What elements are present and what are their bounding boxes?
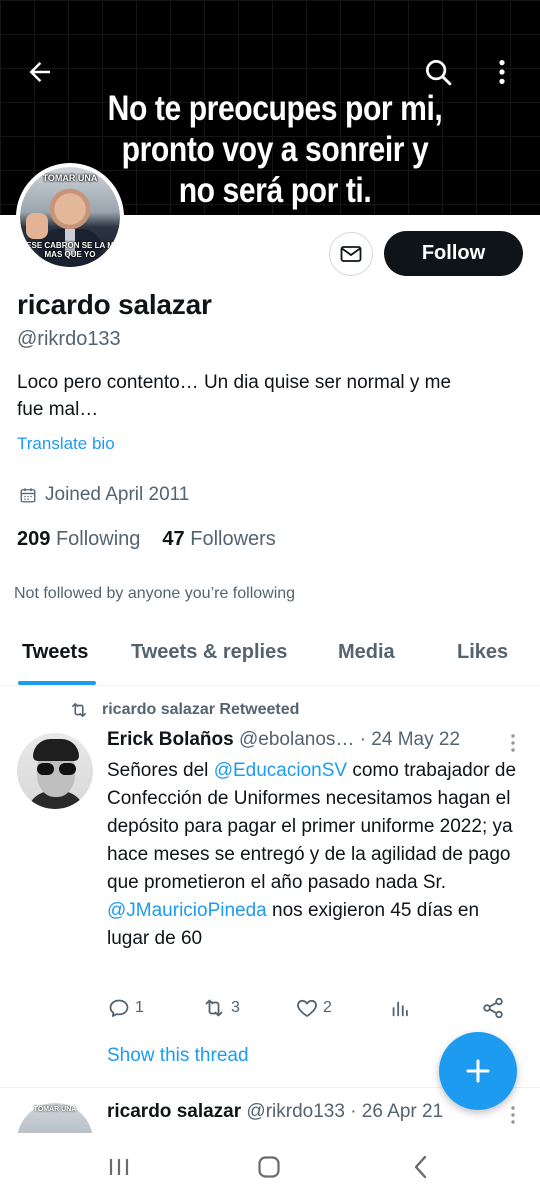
tweet-header[interactable]: Erick Bolaños @ebolanos… · 24 May 22 [107, 729, 527, 751]
translate-bio-link[interactable]: Translate bio [17, 434, 115, 454]
banner-line: no será por ti. [178, 171, 372, 210]
like-icon [297, 999, 317, 1017]
share-icon [483, 997, 503, 1019]
more-vertical-icon [511, 734, 515, 752]
like-button[interactable]: 2 [295, 996, 332, 1020]
tweet2-date: · 26 Apr 21 [350, 1101, 444, 1122]
avatar-caption-top: TOMAR UNA [42, 173, 98, 183]
more-vertical-icon [511, 1106, 515, 1124]
tweet-author-handle: @ebolanos… [239, 729, 355, 750]
like-count: 2 [323, 999, 332, 1016]
retweet-button[interactable]: 3 [201, 996, 240, 1020]
message-button[interactable] [329, 232, 373, 276]
recents-icon [109, 1159, 129, 1175]
tab-tweets-and-replies[interactable]: Tweets & replies [131, 641, 287, 664]
profile-avatar[interactable]: TOMAR UNA ESE CABRON SE LA M MAS QUE YO [16, 163, 124, 271]
more-vertical-icon [499, 60, 505, 84]
back-arrow-icon [29, 62, 50, 82]
retweet-label: ricardo salazar Retweeted [102, 701, 300, 718]
profile-name: ricardo salazar [17, 289, 212, 320]
reply-button[interactable]: 1 [107, 996, 144, 1020]
tweet2-author-name: ricardo salazar [107, 1101, 242, 1122]
search-icon [426, 60, 452, 86]
back-chevron-icon [414, 1155, 427, 1179]
system-navigation-bar [0, 1133, 540, 1200]
profile-tabs: Tweets Tweets & replies Media Likes [0, 630, 540, 686]
joined-date: Joined April 2011 [19, 484, 189, 506]
home-button[interactable] [249, 1151, 289, 1183]
not-followed-notice: Not followed by anyone you’re following [14, 585, 296, 602]
mention-link[interactable]: @EducacionSV [214, 760, 347, 781]
tweet-author-avatar[interactable] [17, 733, 93, 809]
retweet-icon [71, 702, 87, 718]
reply-count: 1 [135, 999, 144, 1016]
tweet2-header[interactable]: ricardo salazar @rikrdo133 · 26 Apr 21 [107, 1101, 487, 1133]
recents-button[interactable] [99, 1151, 139, 1183]
analytics-button[interactable] [389, 996, 411, 1020]
more-options-button[interactable] [480, 50, 524, 94]
tweet-text: Señores del @EducacionSV como trabajador… [107, 757, 517, 953]
mention-link[interactable]: @JMauricioPineda [107, 900, 267, 921]
tweet-more-button[interactable] [506, 732, 520, 759]
retweet-icon [205, 999, 223, 1017]
home-icon [258, 1156, 280, 1178]
banner-caption: No te preocupes por mi, pronto voy a son… [99, 88, 452, 211]
avatar-hair-shape [33, 739, 79, 761]
followers-count: 47 [162, 528, 185, 550]
compose-plus-icon [466, 1059, 490, 1083]
tweet-author-name: Erick Bolaños [107, 729, 234, 750]
avatar-caption-line: MAS QUE YO [44, 250, 96, 259]
tweet-text-part: Señores del [107, 760, 214, 781]
retweet-count: 3 [231, 999, 240, 1016]
tweet-actions: 1 3 2 [107, 996, 517, 1024]
active-tab-indicator [18, 681, 96, 685]
following-count: 209 [17, 528, 51, 550]
followers-label: Followers [190, 528, 276, 550]
follow-button[interactable]: Follow [384, 231, 523, 276]
tweet-date: · 24 May 22 [359, 729, 461, 750]
search-button[interactable] [416, 50, 460, 94]
tab-tweets[interactable]: Tweets [22, 641, 88, 664]
following-link[interactable]: 209 Following [17, 528, 140, 551]
calendar-icon [20, 488, 36, 503]
avatar-caption-top: TOMAR UNA [33, 1106, 77, 1113]
avatar-image: TOMAR UNA [17, 1103, 93, 1133]
tab-media[interactable]: Media [338, 641, 395, 664]
show-thread-link[interactable]: Show this thread [107, 1045, 249, 1067]
profile-handle: @rikrdo133 [17, 328, 121, 350]
follow-stats: 209 Following 47 Followers [17, 528, 276, 551]
profile-bio: Loco pero contento… Un dia quise ser nor… [17, 369, 517, 423]
avatar-caption-line: ESE CABRON SE LA M [26, 241, 114, 250]
share-button[interactable] [481, 996, 505, 1020]
bio-line: fue mal… [17, 399, 99, 420]
system-back-button[interactable] [401, 1151, 441, 1183]
avatar-image: TOMAR UNA ESE CABRON SE LA M MAS QUE YO [20, 167, 120, 267]
followers-link[interactable]: 47 Followers [162, 528, 275, 551]
retweet-context: ricardo salazar Retweeted [68, 700, 299, 720]
analytics-icon [392, 1001, 408, 1017]
tweet2-author-avatar[interactable]: TOMAR UNA [17, 1103, 93, 1133]
avatar-sunglasses-shape [37, 763, 77, 775]
avatar-hand-shape [26, 213, 48, 239]
back-button[interactable] [18, 50, 62, 94]
banner-line: pronto voy a sonreir y [121, 130, 429, 169]
tweet2-author-handle: @rikrdo133 [246, 1101, 345, 1122]
banner-line: No te preocupes por mi, [107, 89, 443, 128]
following-label: Following [55, 528, 141, 550]
envelope-icon [340, 246, 362, 262]
avatar-caption-bottom: ESE CABRON SE LA M MAS QUE YO [20, 241, 120, 259]
compose-tweet-button[interactable] [439, 1032, 517, 1110]
reply-icon [109, 999, 129, 1017]
joined-text: Joined April 2011 [45, 484, 190, 505]
tweet2-more-button[interactable] [506, 1104, 520, 1131]
tab-likes[interactable]: Likes [457, 641, 508, 664]
bio-line: Loco pero contento… Un dia quise ser nor… [17, 372, 452, 393]
